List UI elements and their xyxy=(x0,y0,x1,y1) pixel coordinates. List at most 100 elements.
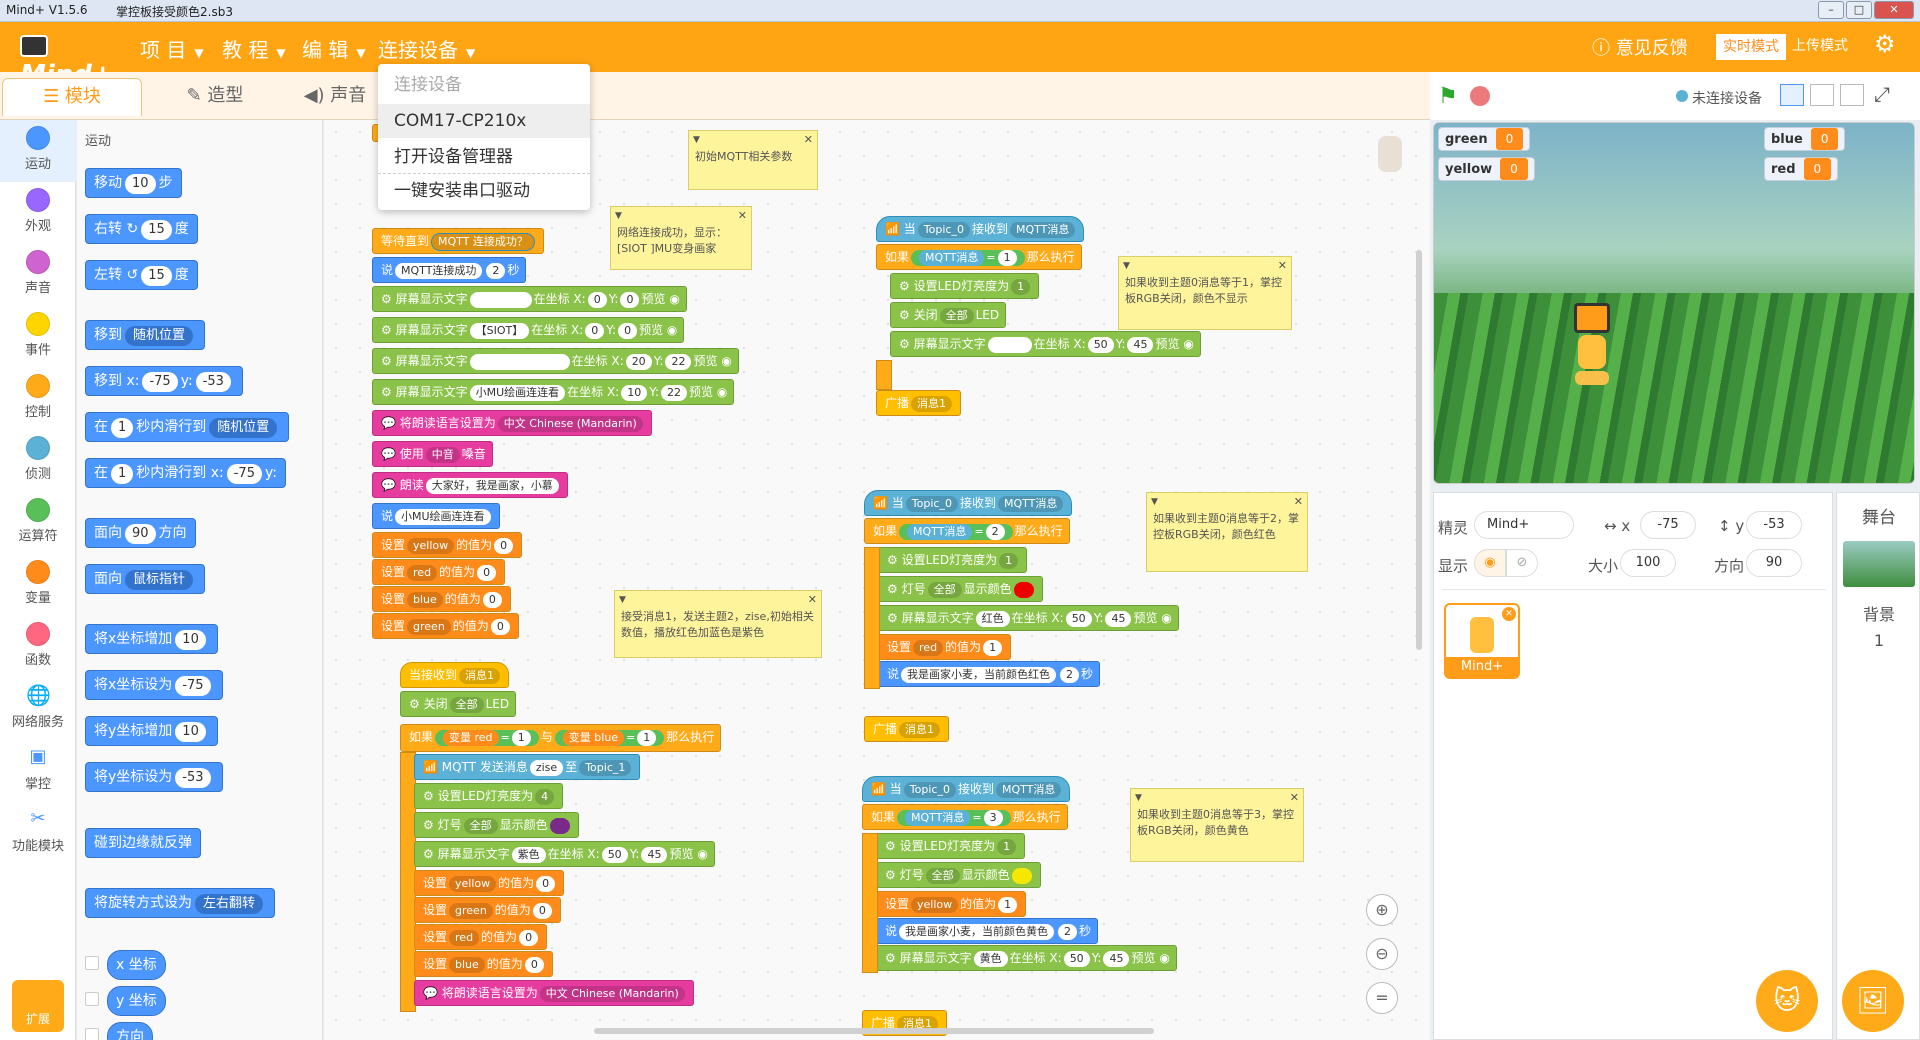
block-set-green[interactable]: 设置 green 的值为 0 xyxy=(372,613,519,639)
block-broadcast-2[interactable]: 广播 消息1 xyxy=(864,716,950,742)
block-set-red-3[interactable]: 设置 red 的值为 1 xyxy=(878,634,1012,660)
block-turn-left[interactable]: 左转 ↺ 15 度 xyxy=(85,260,198,290)
close-icon[interactable]: ✕ xyxy=(738,208,747,224)
block-tts-speak[interactable]: 💬 朗读 大家好，我是画家，小慕 xyxy=(372,472,568,498)
block-led-color-3[interactable]: ⚙ 灯号 全部 显示颜色 xyxy=(876,862,1041,888)
block-set-blue-2[interactable]: 设置 blue 的值为 0 xyxy=(414,951,553,977)
close-button[interactable]: ✕ xyxy=(1874,1,1914,19)
sprite-library-button[interactable]: 🐱 xyxy=(1756,970,1818,1032)
sprite-direction-input[interactable]: 90 xyxy=(1746,549,1802,577)
fullscreen-icon[interactable]: ⤢ xyxy=(1874,82,1890,106)
block-screen-3[interactable]: ⚙ 屏幕显示文字 黄色 在坐标 X: 50 Y: 45 预览 ◉ xyxy=(876,945,1177,971)
close-icon[interactable]: ✕ xyxy=(804,132,813,148)
horizontal-scrollbar[interactable] xyxy=(594,1028,1154,1034)
block-goto-random[interactable]: 移到 随机位置 xyxy=(85,320,206,350)
category-board[interactable]: ▣ 掌控 xyxy=(0,740,76,802)
block-move-steps[interactable]: 移动 10 步 xyxy=(85,168,182,198)
block-screen-text-2[interactable]: ⚙ 屏幕显示文字 【SIOT】 在坐标 X: 0 Y: 0 预览 ◉ xyxy=(372,317,685,343)
block-turn-right[interactable]: 右转 ↻ 15 度 xyxy=(85,214,198,244)
block-tts-voice[interactable]: 💬 使用 中音 嗓音 xyxy=(372,441,493,467)
block-mqtt-hat-1[interactable]: 📶 当 Topic_0 接收到 MQTT消息 xyxy=(876,216,1085,242)
category-network[interactable]: 🌐 网络服务 xyxy=(0,678,76,740)
tab-costumes[interactable]: ✎ 造型 xyxy=(150,78,280,116)
block-point-direction[interactable]: 面向 90 方向 xyxy=(85,518,196,548)
large-stage-icon[interactable] xyxy=(1840,84,1864,106)
category-variables[interactable]: 变量 xyxy=(0,554,76,616)
sprite-x-input[interactable]: -75 xyxy=(1640,511,1696,539)
comment-note-2[interactable]: ▼ ✕ 网络连接成功，显示：[SIOT ]MU变身画家 xyxy=(610,206,752,270)
block-set-red-2[interactable]: 设置 red 的值为 0 xyxy=(414,924,548,950)
block-led-color[interactable]: ⚙ 灯号 全部 显示颜色 xyxy=(414,812,579,838)
feedback-link[interactable]: ⓘ 意见反馈 xyxy=(1592,34,1688,60)
block-glide-xy[interactable]: 在 1 秒内滑行到 x: -75 y: xyxy=(85,458,286,488)
reporter-direction[interactable]: 方向 xyxy=(107,1022,153,1040)
block-screen-text-3[interactable]: ⚙ 屏幕显示文字 在坐标 X: 20 Y: 22 预览 ◉ xyxy=(372,348,739,374)
block-if-2[interactable]: 如果 MQTT消息 = 2 那么执行 xyxy=(864,518,1070,544)
zoom-in-button[interactable]: ⊕ xyxy=(1366,894,1398,926)
block-say-red[interactable]: 说我是画家小麦，当前颜色红色 2 秒 xyxy=(878,661,1101,687)
comment-note-5[interactable]: ▼ ✕ 如果收到主题0消息等于2，掌控板RGB关闭，颜色红色 xyxy=(1146,492,1308,572)
reporter-y-position[interactable]: y 坐标 xyxy=(107,986,166,1016)
block-screen-1[interactable]: ⚙ 屏幕显示文字 在坐标 X: 50 Y: 45 预览 ◉ xyxy=(890,331,1201,357)
block-set-y[interactable]: 将y坐标设为 -53 xyxy=(85,762,223,792)
menu-project[interactable]: 项 目 ▼ xyxy=(140,34,204,63)
block-change-x[interactable]: 将x坐标增加 10 xyxy=(85,624,218,654)
block-glide-random[interactable]: 在 1 秒内滑行到 随机位置 xyxy=(85,412,290,442)
block-tts-language-2[interactable]: 💬 将朗读语言设置为 中文 Chinese (Mandarin) xyxy=(414,980,694,1006)
block-screen-purple[interactable]: ⚙ 屏幕显示文字 紫色 在坐标 X: 50 Y: 45 预览 ◉ xyxy=(414,841,715,867)
block-goto-xy[interactable]: 移到 x: -75 y: -53 xyxy=(85,366,243,396)
block-set-x[interactable]: 将x坐标设为 -75 xyxy=(85,670,223,700)
tab-sounds[interactable]: ◀) 声音 xyxy=(290,78,380,116)
block-screen-text-1[interactable]: ⚙ 屏幕显示文字 在坐标 X: 0 Y: 0 预览 ◉ xyxy=(372,286,687,312)
green-flag-icon[interactable]: ⚑ xyxy=(1438,84,1458,109)
block-if-3[interactable]: 如果 MQTT消息 = 3 那么执行 xyxy=(862,804,1068,830)
block-screen-2[interactable]: ⚙ 屏幕显示文字 红色 在坐标 X: 50 Y: 45 预览 ◉ xyxy=(878,605,1179,631)
settings-gear-icon[interactable]: ⚙ xyxy=(1874,30,1896,58)
block-set-yellow[interactable]: 设置 yellow 的值为 0 xyxy=(372,532,523,558)
zoom-out-button[interactable]: ⊖ xyxy=(1366,938,1398,970)
stop-icon[interactable] xyxy=(1470,86,1490,106)
block-led-bright-2[interactable]: ⚙ 设置LED灯亮度为 1 xyxy=(878,547,1028,573)
block-set-green-2[interactable]: 设置 green 的值为 0 xyxy=(414,897,561,923)
category-sound[interactable]: 声音 xyxy=(0,244,76,306)
zoom-reset-button[interactable]: = xyxy=(1366,982,1398,1014)
block-set-red[interactable]: 设置 red 的值为 0 xyxy=(372,559,506,585)
checkbox-xpos[interactable] xyxy=(85,956,99,970)
comment-note-4[interactable]: ▼ ✕ 如果收到主题0消息等于1，掌控板RGB关闭，颜色不显示 xyxy=(1118,256,1292,330)
block-if[interactable]: 如果 变量 red = 1 与变量 blue = 1 那么执行 xyxy=(400,724,722,752)
backdrop-library-button[interactable]: 🖼 xyxy=(1842,970,1904,1032)
reporter-x-position[interactable]: x 坐标 xyxy=(107,950,166,980)
block-change-y[interactable]: 将y坐标增加 10 xyxy=(85,716,218,746)
block-bounce[interactable]: 碰到边缘就反弹 xyxy=(85,828,201,858)
category-motion[interactable]: 运动 xyxy=(0,120,76,182)
minimize-button[interactable]: – xyxy=(1818,1,1844,19)
block-set-blue[interactable]: 设置 blue 的值为 0 xyxy=(372,586,511,612)
block-led-bright-1[interactable]: ⚙ 设置LED灯亮度为 1 xyxy=(890,273,1040,299)
menu-edit[interactable]: 编 辑 ▼ xyxy=(302,34,366,63)
block-say-yellow[interactable]: 说我是画家小麦，当前颜色黄色 2 秒 xyxy=(876,918,1099,944)
small-stage-icon[interactable] xyxy=(1780,84,1804,106)
split-stage-icon[interactable] xyxy=(1810,84,1834,106)
category-modules[interactable]: ✂ 功能模块 xyxy=(0,802,76,864)
comment-note-1[interactable]: ▼ ✕ 初始MQTT相关参数 xyxy=(688,130,818,190)
mind-plus-sprite[interactable] xyxy=(1570,303,1614,393)
sprite-name-input[interactable]: Mind+ xyxy=(1474,511,1574,539)
sprite-y-input[interactable]: -53 xyxy=(1746,511,1802,539)
block-set-yellow-2[interactable]: 设置 yellow 的值为 0 xyxy=(414,870,565,896)
block-if-1[interactable]: 如果 MQTT消息 = 1 那么执行 xyxy=(876,244,1082,270)
block-led-off[interactable]: ⚙ 关闭 全部 LED xyxy=(400,691,517,717)
realtime-mode-button[interactable]: 实时模式 xyxy=(1716,34,1786,60)
stage-canvas[interactable]: green 0 yellow 0 blue 0 red 0 xyxy=(1433,122,1915,484)
block-screen-text-4[interactable]: ⚙ 屏幕显示文字 小MU绘画连连看 在坐标 X: 10 Y: 22 预览 ◉ xyxy=(372,379,735,405)
block-when-receive[interactable]: 当接收到 消息1 xyxy=(400,662,510,688)
comment-note-6[interactable]: ▼ ✕ 如果收到主题0消息等于3，掌控板RGB关闭，颜色黄色 xyxy=(1130,788,1304,862)
maximize-button[interactable]: □ xyxy=(1846,1,1872,19)
category-sensing[interactable]: 侦测 xyxy=(0,430,76,492)
category-operators[interactable]: 运算符 xyxy=(0,492,76,554)
dropdown-item-com17[interactable]: COM17-CP210x xyxy=(378,104,590,138)
block-wait-until[interactable]: 等待直到 MQTT 连接成功？ xyxy=(372,228,544,254)
extension-button[interactable]: 扩展 xyxy=(0,976,76,1038)
category-functions[interactable]: 函数 xyxy=(0,616,76,678)
block-led-bright[interactable]: ⚙ 设置LED灯亮度为 4 xyxy=(414,783,564,809)
delete-sprite-icon[interactable]: ✕ xyxy=(1502,607,1516,621)
